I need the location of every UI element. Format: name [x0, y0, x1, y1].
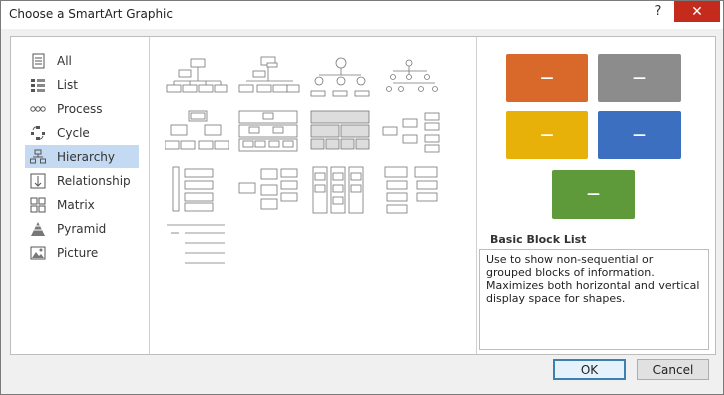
- layout-lined-list[interactable]: [309, 165, 373, 215]
- category-cycle[interactable]: Cycle: [25, 121, 139, 144]
- layout-labeled-hierarchy[interactable]: [237, 109, 301, 159]
- dialog-body: All List Process Cycle Hierarchy Relatio…: [10, 36, 716, 355]
- category-hierarchy[interactable]: Hierarchy: [25, 145, 139, 168]
- category-label: All: [57, 53, 72, 68]
- preview-block-gold: —: [506, 111, 588, 159]
- preview-block-green: —: [552, 170, 635, 219]
- category-list-item[interactable]: List: [25, 73, 139, 96]
- help-icon: ?: [654, 4, 662, 19]
- picture-icon: [29, 245, 47, 261]
- close-button[interactable]: ✕: [674, 1, 720, 22]
- layout-architecture[interactable]: [165, 165, 229, 215]
- preview-block-blue: —: [598, 111, 681, 159]
- category-label: Process: [57, 101, 103, 116]
- layout-name-title-org-chart[interactable]: [237, 53, 301, 103]
- category-label: Matrix: [57, 197, 95, 212]
- layout-horizontal-org-chart[interactable]: [237, 165, 301, 215]
- category-all[interactable]: All: [25, 49, 139, 72]
- preview-description: Use to show non-sequential or grouped bl…: [479, 249, 709, 350]
- category-label: Relationship: [57, 173, 131, 188]
- hierarchy-icon: [29, 149, 47, 165]
- layout-horizontal-hierarchy[interactable]: [381, 109, 445, 159]
- layout-circle-picture-hierarchy[interactable]: [381, 53, 445, 103]
- ok-button[interactable]: OK: [553, 359, 626, 380]
- matrix-icon: [29, 197, 47, 213]
- cycle-icon: [29, 125, 47, 141]
- preview-title: Basic Block List: [490, 233, 587, 246]
- layout-table-hierarchy[interactable]: [309, 109, 373, 159]
- smartart-dialog: Choose a SmartArt Graphic ? ✕ All List P…: [0, 0, 724, 395]
- layout-gallery: [151, 37, 477, 354]
- layout-hierarchy-list[interactable]: [381, 165, 445, 215]
- layout-hierarchy[interactable]: [165, 109, 229, 159]
- all-icon: [29, 53, 47, 69]
- layout-half-circle-org-chart[interactable]: [309, 53, 373, 103]
- category-picture[interactable]: Picture: [25, 241, 139, 264]
- category-label: Hierarchy: [57, 149, 116, 164]
- preview-block-gray: —: [598, 54, 681, 102]
- pyramid-icon: [29, 221, 47, 237]
- category-matrix[interactable]: Matrix: [25, 193, 139, 216]
- category-relationship[interactable]: Relationship: [25, 169, 139, 192]
- process-icon: [29, 101, 47, 117]
- category-pyramid[interactable]: Pyramid: [25, 217, 139, 240]
- layout-org-chart[interactable]: [165, 53, 229, 103]
- title-bar: Choose a SmartArt Graphic ? ✕: [1, 1, 723, 29]
- preview-panel: — — — — — Basic Block List Use to show n…: [477, 37, 715, 354]
- close-icon: ✕: [691, 3, 703, 20]
- category-label: Picture: [57, 245, 99, 260]
- category-list: All List Process Cycle Hierarchy Relatio…: [11, 37, 150, 354]
- relationship-icon: [29, 173, 47, 189]
- layout-lined-hierarchy[interactable]: [165, 221, 229, 271]
- help-button[interactable]: ?: [644, 1, 672, 22]
- preview-block-orange: —: [506, 54, 588, 102]
- category-label: Pyramid: [57, 221, 107, 236]
- category-label: List: [57, 77, 78, 92]
- category-process[interactable]: Process: [25, 97, 139, 120]
- list-icon: [29, 77, 47, 93]
- window-title: Choose a SmartArt Graphic: [9, 7, 173, 21]
- category-label: Cycle: [57, 125, 90, 140]
- cancel-button[interactable]: Cancel: [637, 359, 709, 380]
